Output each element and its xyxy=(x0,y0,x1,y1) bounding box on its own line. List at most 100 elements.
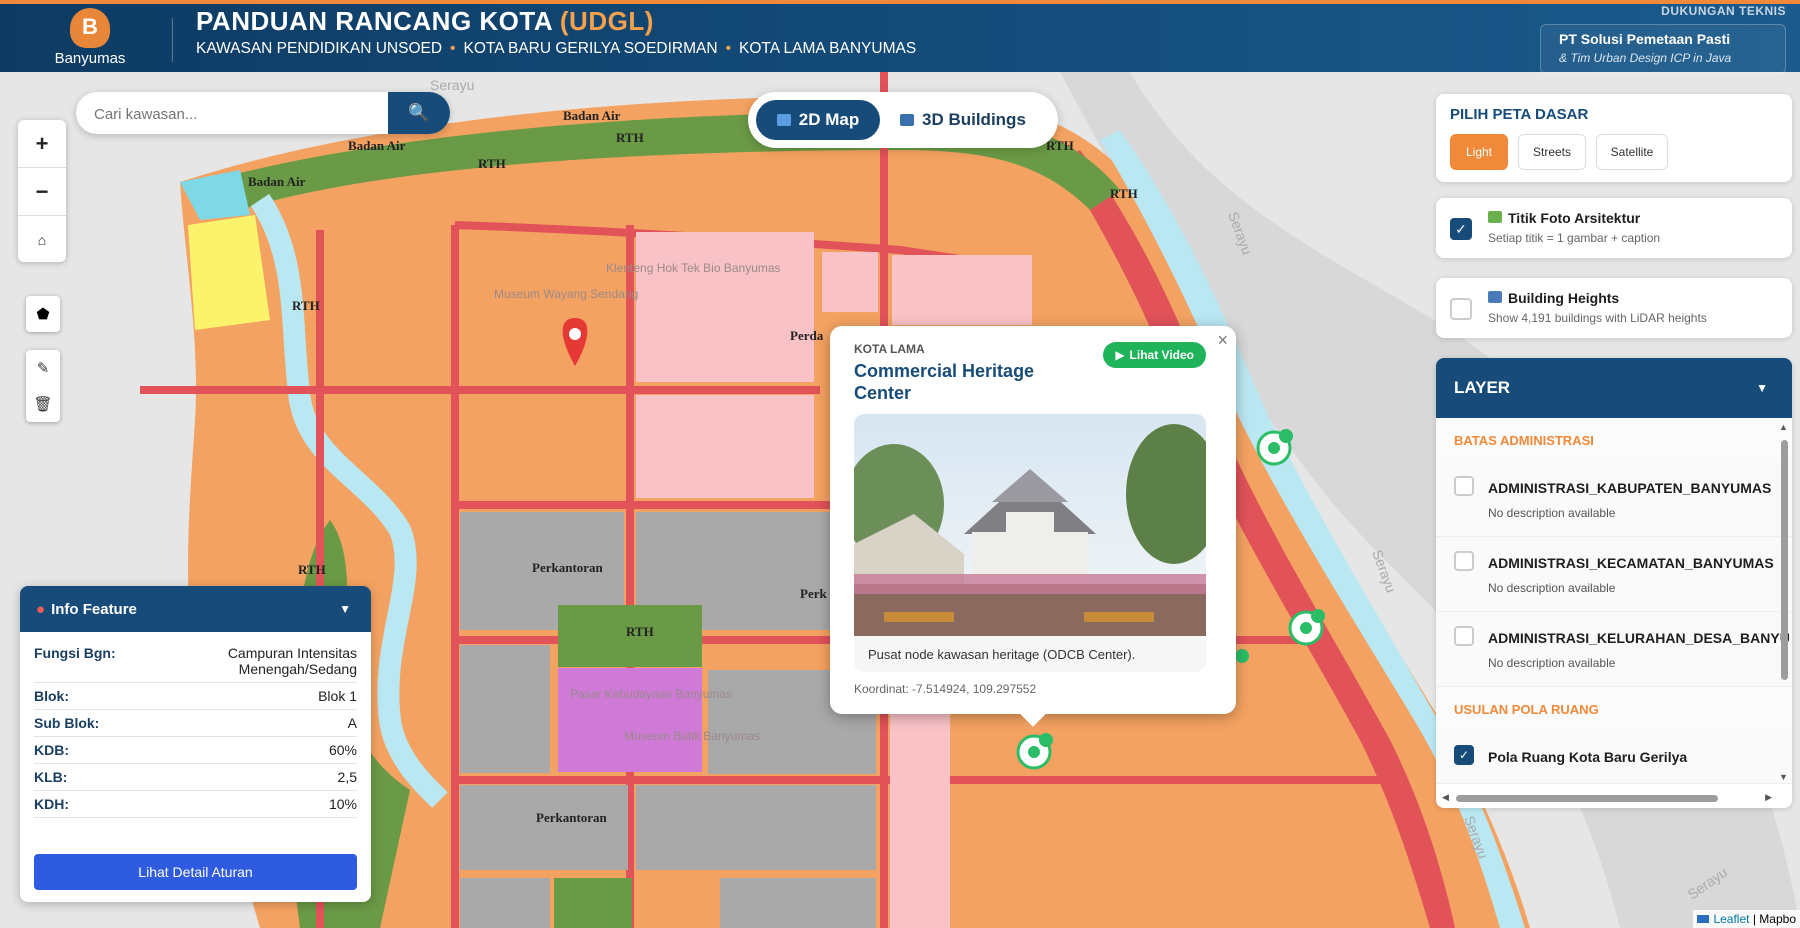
scrollbar-thumb[interactable] xyxy=(1781,440,1788,680)
header-divider xyxy=(172,18,173,62)
home-button[interactable]: ⌂ xyxy=(18,216,66,263)
building-heights-subtitle: Show 4,191 buildings with LiDAR heights xyxy=(1488,311,1707,325)
watch-video-label: Lihat Video xyxy=(1129,348,1194,362)
pin-icon: ● xyxy=(36,600,46,618)
area-item: KAWASAN PENDIDIKAN UNSOED xyxy=(196,40,443,57)
map-attribution: Leaflet | Mapbo xyxy=(1693,910,1800,928)
logo-mark-icon: B xyxy=(70,8,110,48)
info-value: A xyxy=(347,715,357,731)
area-list: KAWASAN PENDIDIKAN UNSOED • KOTA BARU GERI… xyxy=(196,40,956,58)
info-value: 60% xyxy=(328,742,357,758)
detail-rules-button[interactable]: Lihat Detail Aturan xyxy=(34,854,357,890)
chevron-down-icon[interactable]: ▼ xyxy=(1756,381,1768,395)
draw-polygon-button[interactable]: ⬟ xyxy=(26,296,60,332)
layer-checkbox[interactable]: ✓ xyxy=(1454,745,1474,765)
photo-marker-icon[interactable] xyxy=(1016,733,1053,770)
zoom-out-button[interactable]: − xyxy=(18,168,66,216)
attribution-separator: | xyxy=(1752,912,1756,926)
office-block xyxy=(460,645,550,773)
view-3d-button[interactable]: 3D Buildings xyxy=(900,100,1050,140)
zoom-in-button[interactable]: + xyxy=(18,120,66,168)
commercial-block xyxy=(636,232,814,382)
photo-marker-icon[interactable] xyxy=(1288,609,1325,646)
map-label: RTH xyxy=(1046,138,1074,153)
layer-name: ADMINISTRASI_KECAMATAN_BANYUMAS xyxy=(1488,555,1774,571)
edit-layers-button[interactable]: ✎ xyxy=(26,350,60,386)
delete-layers-button[interactable]: 🗑 xyxy=(26,386,60,422)
support-name: PT Solusi Pemetaan Pasti xyxy=(1559,31,1731,47)
layer-checkbox[interactable] xyxy=(1454,551,1474,571)
building-heights-checkbox[interactable] xyxy=(1450,298,1472,320)
info-feature-panel: ● Info Feature ▼ Fungsi Bgn: Campuran Int… xyxy=(20,586,371,902)
map-label: Perkantoran xyxy=(536,810,608,825)
zoom-control: + − ⌂ xyxy=(18,120,66,262)
area-item: KOTA LAMA BANYUMAS xyxy=(739,40,917,57)
commercial-block xyxy=(822,252,878,312)
poi-label: Pasar Kebudayaan Banyumas xyxy=(570,687,732,701)
basemap-streets-button[interactable]: Streets xyxy=(1518,134,1586,170)
info-row: Sub Blok: A xyxy=(34,710,357,737)
info-key: Fungsi Bgn: xyxy=(34,645,116,661)
play-icon: ▶ xyxy=(1115,348,1125,362)
support-label: DUKUNGAN TEKNIS xyxy=(1661,4,1786,18)
layer-item[interactable]: ADMINISTRASI_KECAMATAN_BANYUMAS No descri… xyxy=(1436,537,1792,612)
chevron-down-icon[interactable]: ▼ xyxy=(339,602,351,616)
scroll-right-icon[interactable]: ▶ xyxy=(1765,792,1772,803)
layer-panel-header[interactable]: LAYER ▼ xyxy=(1436,358,1792,418)
layer-checkbox[interactable] xyxy=(1454,626,1474,646)
search-icon: 🔍 xyxy=(408,103,430,122)
layer-list[interactable]: BATAS ADMINISTRASI ADMINISTRASI_KABUPATE… xyxy=(1436,418,1792,794)
popup-title: Commercial Heritage Center xyxy=(854,361,1035,403)
leaflet-link[interactable]: Leaflet xyxy=(1713,912,1749,926)
layer-name: Pola Ruang Kota Baru Gerilya xyxy=(1488,749,1688,765)
photo-points-checkbox[interactable]: ✓ xyxy=(1450,218,1472,240)
building-icon xyxy=(1488,291,1502,303)
scroll-down-icon[interactable]: ▼ xyxy=(1779,772,1788,782)
layer-name: ADMINISTRASI_KABUPATEN_BANYUMAS xyxy=(1488,480,1772,496)
heritage-photo[interactable] xyxy=(854,414,1206,636)
layer-checkbox[interactable] xyxy=(1454,476,1474,496)
horizontal-scrollbar[interactable]: ◀ ▶ xyxy=(1442,792,1772,804)
map-label: RTH xyxy=(1110,186,1138,201)
basemap-light-button[interactable]: Light xyxy=(1450,134,1508,170)
scroll-left-icon[interactable]: ◀ xyxy=(1442,792,1449,803)
scrollbar-thumb[interactable] xyxy=(1456,795,1718,802)
poi-label: Klenteng Hok Tek Bio Banyumas xyxy=(606,261,781,275)
layer-section-title: USULAN POLA RUANG xyxy=(1436,687,1792,731)
layer-panel-title: LAYER xyxy=(1454,378,1511,397)
close-icon[interactable]: × xyxy=(1217,330,1228,351)
info-value: Campuran Intensitas Menengah/Sedang xyxy=(227,645,357,677)
office-block xyxy=(636,785,876,870)
edit-icon: ✎ xyxy=(36,360,50,377)
scroll-up-icon[interactable]: ▲ xyxy=(1779,422,1788,432)
view-3d-label: 3D Buildings xyxy=(922,110,1026,129)
view-2d-label: 2D Map xyxy=(798,110,860,129)
info-row: Fungsi Bgn: Campuran Intensitas Menengah/… xyxy=(34,640,357,683)
layer-item[interactable]: ✓ Pola Ruang Kota Baru Gerilya xyxy=(1436,731,1792,784)
view-2d-button[interactable]: 2D Map xyxy=(756,100,880,140)
basemap-satellite-button[interactable]: Satellite xyxy=(1596,134,1668,170)
banyumas-logo[interactable]: B Banyumas xyxy=(40,6,140,70)
layer-item[interactable]: ADMINISTRASI_KELURAHAN_DESA_BANYU No desc… xyxy=(1436,612,1792,687)
photo-marker-icon[interactable] xyxy=(1256,429,1293,466)
search-button[interactable]: 🔍 xyxy=(388,92,450,134)
photo-points-label: Titik Foto Arsitektur xyxy=(1508,210,1641,226)
watch-video-button[interactable]: ▶ Lihat Video xyxy=(1103,342,1206,368)
commercial-block xyxy=(892,255,1032,325)
river-label: Serayu xyxy=(430,77,474,93)
info-key: Blok: xyxy=(34,688,69,704)
view-toggle: 2D Map 3D Buildings xyxy=(748,92,1058,148)
photo-marker-icon[interactable] xyxy=(1235,649,1249,663)
vertical-scrollbar[interactable]: ▲ ▼ xyxy=(1778,422,1790,782)
info-feature-header[interactable]: ● Info Feature ▼ xyxy=(20,586,371,632)
building-heights-card: Building Heights Show 4,191 buildings wi… xyxy=(1436,278,1792,338)
map-label: RTH xyxy=(616,130,644,145)
buildings-icon xyxy=(900,114,914,126)
basemap-title: PILIH PETA DASAR xyxy=(1450,106,1589,123)
info-key: Sub Blok: xyxy=(34,715,100,731)
search-input[interactable] xyxy=(76,92,408,134)
building-heights-title: Building Heights xyxy=(1488,290,1619,306)
map-label: Badan Air xyxy=(563,108,621,123)
support-box: PT Solusi Pemetaan Pasti & Tim Urban Des… xyxy=(1540,24,1786,74)
layer-item[interactable]: ADMINISTRASI_KABUPATEN_BANYUMAS No descri… xyxy=(1436,462,1792,537)
